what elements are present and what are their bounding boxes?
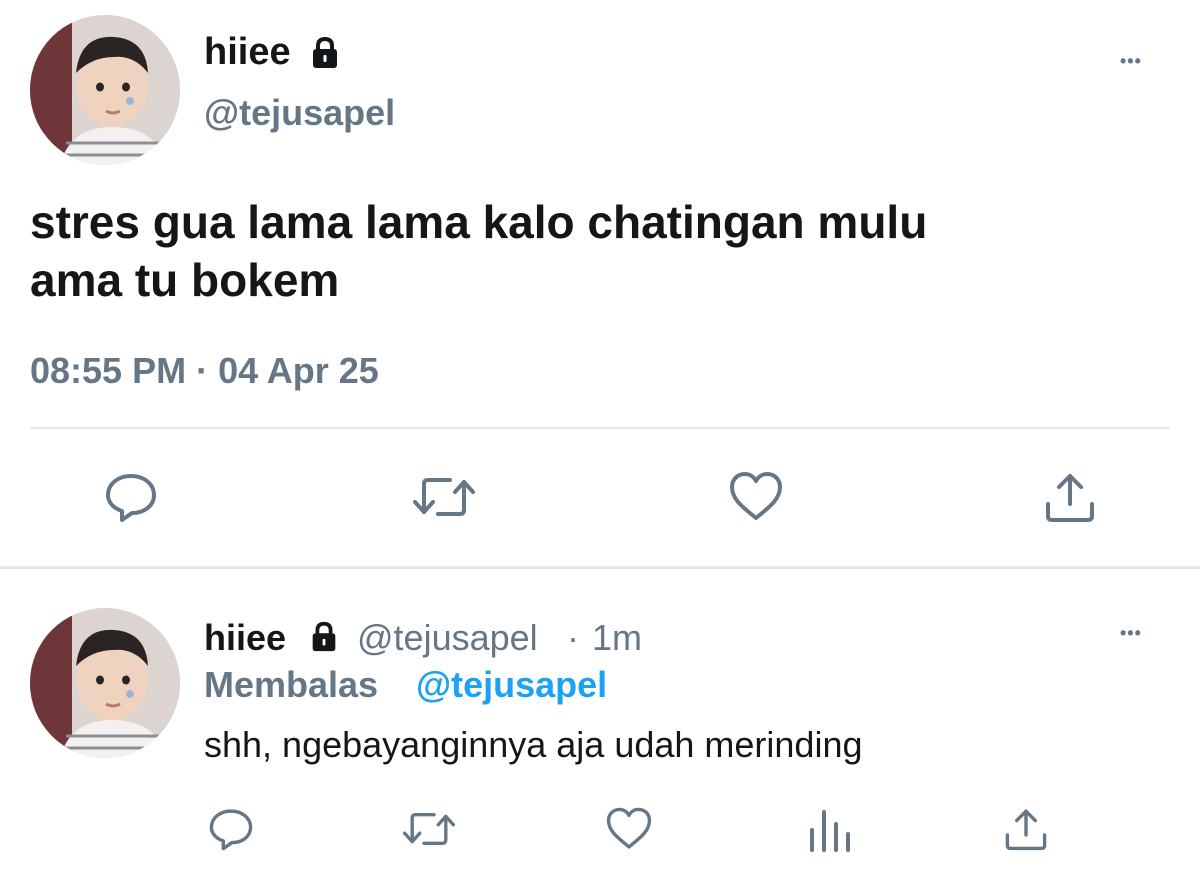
main-tweet-text-line2: ama tu bokem [30, 254, 340, 306]
like-icon[interactable] [605, 806, 653, 852]
more-options-icon[interactable]: ••• [1120, 52, 1142, 70]
replying-to-label: Membalas [204, 664, 379, 705]
main-tweet-avatar[interactable] [30, 15, 180, 165]
reply-icon[interactable] [208, 806, 254, 852]
more-options-icon[interactable]: ••• [1120, 624, 1142, 642]
share-icon[interactable] [1004, 806, 1048, 852]
reply-tweet-display-name[interactable]: hiiee [204, 617, 286, 659]
analytics-icon[interactable] [806, 806, 852, 852]
share-icon[interactable] [1044, 470, 1096, 524]
main-tweet-timestamp[interactable]: 08:55 PM · 04 Apr 25 [30, 350, 379, 392]
main-tweet-handle[interactable]: @tejusapel [204, 92, 395, 134]
thread-divider [0, 566, 1200, 569]
main-tweet-divider [30, 427, 1170, 429]
lock-icon [307, 35, 343, 71]
reply-tweet-avatar[interactable] [30, 608, 180, 758]
main-tweet-display-name[interactable]: hiiee [204, 30, 291, 74]
reply-tweet-time[interactable]: 1m [592, 617, 642, 659]
main-tweet-text-line1: stres gua lama lama kalo chatingan mulu [30, 196, 928, 248]
lock-icon [307, 620, 341, 654]
reply-tweet-text: shh, ngebayanginnya aja udah merinding [204, 724, 863, 765]
reply-tweet-separator: · [567, 617, 579, 658]
reply-icon[interactable] [104, 470, 158, 524]
replying-to-handle[interactable]: @tejusapel [416, 664, 607, 706]
reply-tweet-handle[interactable]: @tejusapel [357, 617, 538, 659]
retweet-icon[interactable] [402, 808, 456, 850]
like-icon[interactable] [728, 470, 784, 524]
retweet-icon[interactable] [412, 472, 476, 522]
